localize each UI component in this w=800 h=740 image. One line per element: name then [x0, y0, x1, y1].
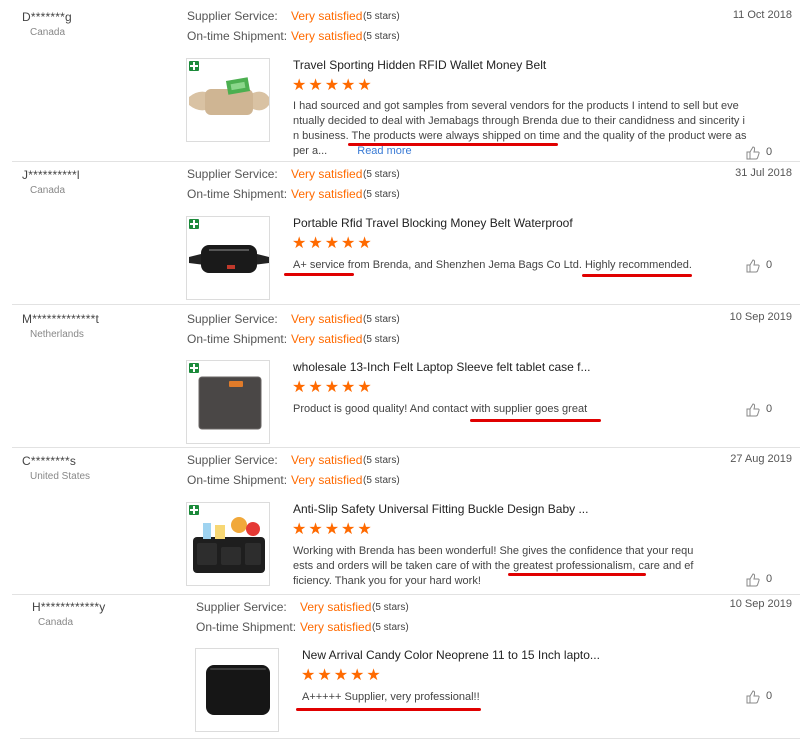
review-card: D*******g Canada Supplier Service: Very … — [0, 0, 800, 160]
supplier-service-value: Very satisfied — [291, 9, 363, 23]
supplier-service-stars: (5 stars) — [363, 455, 400, 466]
supplier-service-value: Very satisfied — [300, 600, 372, 614]
supplier-service-stars: (5 stars) — [363, 169, 400, 180]
highlight-underline — [582, 274, 692, 277]
like-count: 0 — [766, 403, 773, 415]
thumbs-up-icon[interactable] — [746, 146, 760, 160]
reviewer-name: M*************t — [22, 312, 100, 326]
like-count: 0 — [766, 259, 773, 271]
shipment-value: Very satisfied — [291, 332, 363, 346]
shipment-stars: (5 stars) — [363, 334, 400, 345]
product-title[interactable]: Anti-Slip Safety Universal Fitting Buckl… — [293, 502, 588, 516]
review-text: I had sourced and got samples from sever… — [293, 100, 747, 157]
reviewer-country: Canada — [38, 617, 74, 628]
supplier-service-value: Very satisfied — [291, 312, 363, 326]
review-card: M*************t Netherlands Supplier Ser… — [0, 305, 800, 447]
shipment-label: On-time Shipment: — [187, 473, 288, 487]
like-count: 0 — [766, 690, 773, 702]
highlight-underline — [284, 273, 354, 276]
shipment-stars: (5 stars) — [363, 31, 400, 42]
shipment-label: On-time Shipment: — [196, 620, 297, 634]
shipment-value: Very satisfied — [291, 29, 363, 43]
highlight-underline — [508, 573, 646, 576]
product-thumbnail[interactable] — [195, 648, 279, 732]
review-date: 10 Sep 2019 — [729, 598, 792, 610]
rating-stars: ★★★★★ — [292, 77, 374, 94]
shipment-value: Very satisfied — [300, 620, 372, 634]
read-more-link[interactable]: Read more — [357, 145, 411, 157]
shipment-stars: (5 stars) — [372, 622, 409, 633]
supplier-service-label: Supplier Service: — [187, 167, 278, 181]
rating-stars: ★★★★★ — [292, 235, 374, 252]
reviewer-name: C********s — [22, 454, 77, 468]
reviewer-country: Netherlands — [30, 329, 84, 340]
review-text: A+++++ Supplier, very professional!! — [302, 691, 480, 703]
like-count: 0 — [766, 146, 773, 158]
highlight-underline — [470, 419, 601, 422]
shipment-stars: (5 stars) — [363, 189, 400, 200]
product-title[interactable]: New Arrival Candy Color Neoprene 11 to 1… — [302, 648, 600, 662]
supplier-service-stars: (5 stars) — [363, 314, 400, 325]
reviewer-country: Canada — [30, 185, 66, 196]
review-card: C********s United States Supplier Servic… — [0, 448, 800, 594]
supplier-service-stars: (5 stars) — [372, 602, 409, 613]
shipment-label: On-time Shipment: — [187, 187, 288, 201]
thumbs-up-icon[interactable] — [746, 690, 760, 704]
supplier-service-label: Supplier Service: — [187, 312, 278, 326]
product-title[interactable]: wholesale 13-Inch Felt Laptop Sleeve fel… — [293, 360, 591, 374]
verified-badge-icon — [189, 505, 199, 515]
reviewer-name: H************y — [32, 600, 106, 614]
supplier-service-stars: (5 stars) — [363, 11, 400, 22]
review-date: 10 Sep 2019 — [729, 311, 792, 323]
highlight-underline — [296, 708, 481, 711]
product-thumbnail[interactable] — [186, 58, 270, 142]
product-thumbnail[interactable] — [186, 216, 270, 300]
product-title[interactable]: Travel Sporting Hidden RFID Wallet Money… — [293, 58, 546, 72]
review-date: 31 Jul 2018 — [735, 167, 792, 179]
review-divider — [20, 738, 800, 739]
rating-stars: ★★★★★ — [292, 379, 374, 396]
supplier-service-label: Supplier Service: — [187, 453, 278, 467]
felt-sleeve-image — [198, 376, 262, 430]
highlight-underline — [348, 143, 558, 146]
like-count: 0 — [766, 573, 773, 585]
shipment-stars: (5 stars) — [363, 475, 400, 486]
rating-stars: ★★★★★ — [292, 521, 374, 538]
product-title[interactable]: Portable Rfid Travel Blocking Money Belt… — [293, 216, 573, 230]
product-thumbnail[interactable] — [186, 502, 270, 586]
shipment-value: Very satisfied — [291, 187, 363, 201]
reviewer-country: United States — [30, 471, 91, 482]
review-card: H************y Canada Supplier Service: … — [0, 595, 800, 740]
stroller-organizer-image — [193, 517, 265, 573]
thumbs-up-icon[interactable] — [746, 403, 760, 417]
supplier-service-value: Very satisfied — [291, 167, 363, 181]
rating-stars: ★★★★★ — [301, 667, 383, 684]
review-text: A+ service from Brenda, and Shenzhen Jem… — [293, 259, 692, 271]
thumbs-up-icon[interactable] — [746, 573, 760, 587]
verified-badge-icon — [189, 363, 199, 373]
money-belt-image — [189, 77, 269, 115]
supplier-service-label: Supplier Service: — [196, 600, 287, 614]
review-text: Working with Brenda has been wonderful! … — [293, 545, 694, 587]
shipment-label: On-time Shipment: — [187, 332, 288, 346]
neoprene-sleeve-image — [206, 665, 270, 715]
review-date: 11 Oct 2018 — [732, 9, 792, 21]
black-belt-image — [189, 245, 269, 273]
product-thumbnail[interactable] — [186, 360, 270, 444]
review-text: Product is good quality! And contact wit… — [293, 403, 588, 415]
supplier-service-value: Very satisfied — [291, 453, 363, 467]
thumbs-up-icon[interactable] — [746, 259, 760, 273]
review-card: J**********l Canada Supplier Service: Ve… — [0, 162, 800, 304]
shipment-label: On-time Shipment: — [187, 29, 288, 43]
supplier-service-label: Supplier Service: — [187, 9, 278, 23]
verified-badge-icon — [189, 219, 199, 229]
verified-badge-icon — [189, 61, 199, 71]
reviewer-country: Canada — [30, 27, 66, 38]
reviewer-name: D*******g — [22, 10, 72, 24]
review-date: 27 Aug 2019 — [730, 453, 792, 465]
reviewer-name: J**********l — [22, 168, 80, 182]
shipment-value: Very satisfied — [291, 473, 363, 487]
